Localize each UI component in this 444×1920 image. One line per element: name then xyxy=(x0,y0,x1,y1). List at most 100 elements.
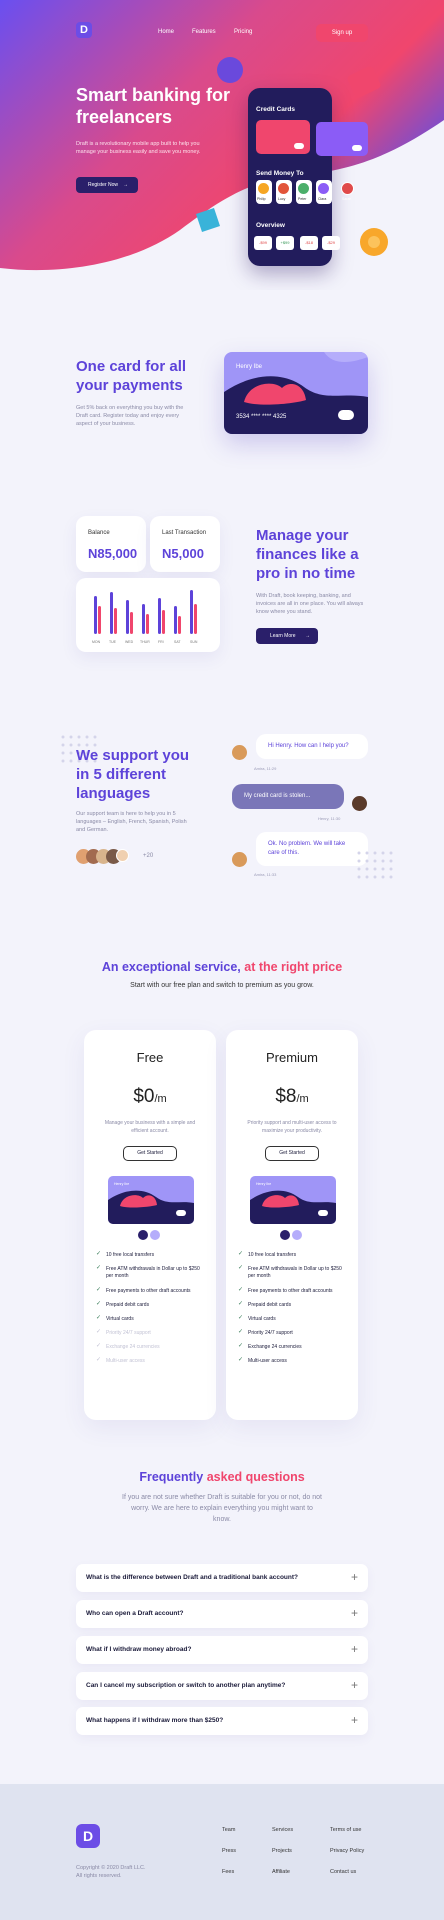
carousel-dot-active[interactable] xyxy=(280,1230,290,1240)
faq-item[interactable]: What happens if I withdraw more than $25… xyxy=(76,1707,368,1735)
plus-icon[interactable]: + xyxy=(351,1678,358,1692)
feature-item-disabled: ✓ Multi-user access xyxy=(96,1357,145,1364)
faq-item[interactable]: Can I cancel my subscription or switch t… xyxy=(76,1672,368,1700)
feature-item: ✓ Virtual cards xyxy=(238,1315,276,1322)
faq-title-a: Frequently xyxy=(139,1470,204,1484)
extra-count: +20 xyxy=(143,853,154,859)
check-icon: ✓ xyxy=(238,1265,244,1271)
day-label: FRI xyxy=(158,640,164,644)
plan-name: Premium xyxy=(265,1050,318,1065)
logo[interactable]: D xyxy=(76,22,92,38)
payments-title: One card for all your payments xyxy=(76,358,187,394)
check-icon: ✓ xyxy=(238,1343,244,1349)
check-icon: ✓ xyxy=(238,1301,244,1307)
plan-price: $0/m xyxy=(84,1086,216,1108)
get-started-button[interactable]: Get Started xyxy=(123,1146,177,1161)
signup-button[interactable]: Sign up xyxy=(316,24,368,42)
day-label: SUN xyxy=(190,640,198,644)
carousel-dot-active[interactable] xyxy=(138,1230,148,1240)
carousel-dot[interactable] xyxy=(292,1230,302,1240)
avatar xyxy=(257,182,270,195)
check-icon: ✓ xyxy=(96,1287,102,1293)
phone-card-red xyxy=(256,120,310,154)
feature-item: ✓ Free payments to other draft accounts xyxy=(96,1287,191,1294)
plus-icon[interactable]: + xyxy=(351,1570,358,1584)
check-icon: ✓ xyxy=(96,1301,102,1307)
faq-question: Can I cancel my subscription or switch t… xyxy=(86,1682,286,1689)
faq-question: What happens if I withdraw more than $25… xyxy=(86,1717,224,1724)
feature-item: ✓ 10 free local transfers xyxy=(238,1251,297,1258)
plan-card-free: Free $0/m Manage your business with a si… xyxy=(84,1030,216,1420)
contact-card[interactable]: Philip xyxy=(256,180,272,204)
footer-link-services[interactable]: Services xyxy=(272,1827,293,1833)
payment-card: Henry Ibe 3534 **** **** 4325 xyxy=(224,352,368,434)
register-button[interactable]: Register Now → xyxy=(76,177,138,193)
check-icon: ✓ xyxy=(238,1315,244,1321)
overview-amount: -$29 xyxy=(322,236,340,250)
price-value: $8 xyxy=(275,1086,297,1107)
day-label: WED xyxy=(125,640,134,644)
feature-item: ✓ Exchange 24 currencies xyxy=(238,1343,302,1350)
card-holder-name: Henry Ibe xyxy=(256,1182,272,1186)
footer-link-team[interactable]: Team xyxy=(222,1827,235,1833)
arrow-right-icon: → xyxy=(123,182,128,188)
plus-icon[interactable]: + xyxy=(351,1606,358,1620)
feature-item: ✓ 10 free local transfers xyxy=(96,1251,155,1258)
send-money-heading: Send Money To xyxy=(256,170,304,177)
card-holder-name: Henry Ibe xyxy=(114,1182,130,1186)
plan-card-premium: Premium $8/m Priority support and multi-… xyxy=(226,1030,358,1420)
carousel-dot[interactable] xyxy=(150,1230,160,1240)
check-icon: ✓ xyxy=(96,1357,102,1363)
contact-card[interactable]: Peter xyxy=(296,180,312,204)
faq-item[interactable]: Who can open a Draft account? + xyxy=(76,1600,368,1628)
plus-icon[interactable]: + xyxy=(351,1642,358,1656)
feature-item: ✓ Free payments to other draft accounts xyxy=(238,1287,333,1294)
day-label: TUE xyxy=(109,640,116,644)
nav-link-features[interactable]: Features xyxy=(192,29,216,35)
learn-more-label: Learn More xyxy=(270,633,296,639)
plan-description: Manage your business with a simple and e… xyxy=(104,1120,196,1134)
contact-name: Peter xyxy=(298,197,307,201)
feature-item: ✓ Priority 24/7 support xyxy=(238,1329,293,1336)
faq-description: If you are not sure whether Draft is sui… xyxy=(122,1494,322,1523)
nav-link-home[interactable]: Home xyxy=(158,29,174,35)
overview-amount: -$99 xyxy=(254,236,272,250)
contact-name: Clara xyxy=(318,197,327,201)
footer-link-projects[interactable]: Projects xyxy=(272,1848,292,1854)
footer-link-fees[interactable]: Fees xyxy=(222,1869,234,1875)
footer-logo[interactable]: D xyxy=(76,1824,100,1848)
plan-card-preview: Henry Ibe xyxy=(250,1176,336,1224)
price-value: $0 xyxy=(133,1086,155,1107)
faq-item[interactable]: What is the difference between Draft and… xyxy=(76,1564,368,1592)
footer-link-terms[interactable]: Terms of use xyxy=(330,1827,361,1833)
contact-card[interactable]: Sarah xyxy=(340,180,356,204)
chat-message-incoming: Hi Henry. How can I help you? xyxy=(256,734,368,759)
contact-name: Lucy xyxy=(278,197,286,201)
balance-card: Balance N85,000 xyxy=(76,516,146,572)
check-icon: ✓ xyxy=(96,1329,102,1335)
contact-card[interactable]: Lucy xyxy=(276,180,292,204)
user-avatar xyxy=(352,796,367,811)
contact-card[interactable]: Clara xyxy=(316,180,332,204)
plus-icon[interactable]: + xyxy=(351,1713,358,1727)
check-icon: ✓ xyxy=(96,1315,102,1321)
learn-more-button[interactable]: Learn More → xyxy=(256,628,318,644)
footer-link-privacy[interactable]: Privacy Policy xyxy=(330,1848,364,1854)
message-meta: Amira, 11:29 xyxy=(254,766,277,771)
nav-link-pricing[interactable]: Pricing xyxy=(234,29,252,35)
faq-item[interactable]: What if I withdraw money abroad? + xyxy=(76,1636,368,1664)
check-icon: ✓ xyxy=(96,1251,102,1257)
overview-amount: -$18 xyxy=(300,236,318,250)
get-started-button[interactable]: Get Started xyxy=(265,1146,319,1161)
day-label: SAT xyxy=(174,640,181,644)
avatar xyxy=(297,182,310,195)
overview-amount: +$99 xyxy=(276,236,294,250)
footer-link-affiliate[interactable]: Affiliate xyxy=(272,1869,290,1875)
avatar xyxy=(277,182,290,195)
hero-background xyxy=(0,0,444,271)
pricing-title-a: An exceptional service, xyxy=(101,960,241,974)
last-transaction-card: Last Transaction N5,000 xyxy=(150,516,220,572)
footer-link-contact[interactable]: Contact us xyxy=(330,1869,356,1875)
plan-price: $8/m xyxy=(226,1086,358,1108)
footer-link-press[interactable]: Press xyxy=(222,1848,236,1854)
